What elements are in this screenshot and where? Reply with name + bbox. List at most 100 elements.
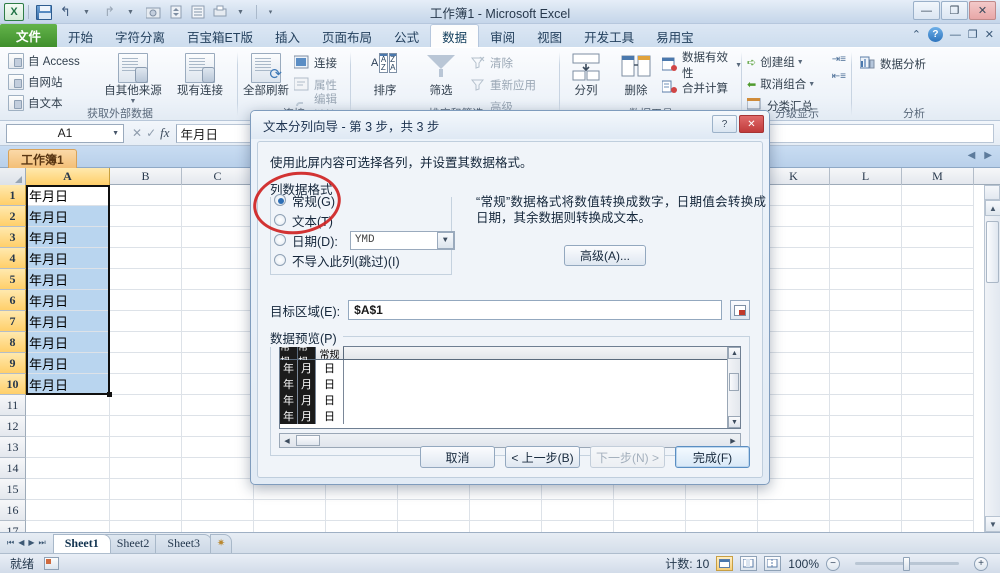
- doc-close-icon[interactable]: ✕: [985, 28, 994, 41]
- cell-K16[interactable]: [758, 500, 830, 521]
- column-header-M[interactable]: M: [902, 168, 974, 185]
- consolidate-button[interactable]: 合并计算: [661, 79, 742, 97]
- previous-step-button[interactable]: < 上一步(B): [505, 446, 580, 468]
- remove-duplicates-button[interactable]: 删除: [612, 50, 660, 98]
- cell-E17[interactable]: [326, 521, 398, 532]
- tab-char-split[interactable]: 字符分离: [104, 25, 176, 47]
- workbook-tab-book1[interactable]: 工作簿1: [8, 149, 77, 168]
- cell-H16[interactable]: [542, 500, 614, 521]
- cell-M8[interactable]: [902, 332, 974, 353]
- preview-vertical-scrollbar[interactable]: ▲ ▼: [727, 347, 740, 428]
- scroll-down-icon[interactable]: ▼: [985, 516, 1000, 532]
- cell-M4[interactable]: [902, 248, 974, 269]
- cell-L4[interactable]: [830, 248, 902, 269]
- cell-A14[interactable]: [26, 458, 110, 479]
- cell-L7[interactable]: [830, 311, 902, 332]
- cell-A10[interactable]: 年月日: [26, 374, 110, 395]
- connections-button[interactable]: 连接: [293, 54, 348, 72]
- cell-B17[interactable]: [110, 521, 182, 532]
- tab-review[interactable]: 审阅: [479, 25, 526, 47]
- column-header-L[interactable]: L: [830, 168, 902, 185]
- cancel-formula-icon[interactable]: ✕: [132, 126, 142, 140]
- cell-C13[interactable]: [182, 437, 254, 458]
- cell-C4[interactable]: [182, 248, 254, 269]
- last-sheet-icon[interactable]: ⏭: [39, 538, 46, 548]
- data-analysis-button[interactable]: 数据分析: [859, 55, 926, 73]
- cell-B5[interactable]: [110, 269, 182, 290]
- zoom-in-button[interactable]: +: [974, 556, 988, 571]
- row-header-3[interactable]: 3: [0, 227, 26, 248]
- row-header-9[interactable]: 9: [0, 353, 26, 374]
- cell-B1[interactable]: [110, 185, 182, 206]
- tab-formulas[interactable]: 公式: [383, 25, 430, 47]
- row-header-8[interactable]: 8: [0, 332, 26, 353]
- preview-header-col2[interactable]: 常规: [298, 347, 316, 368]
- from-other-sources-button[interactable]: 自其他来源 ▼: [100, 50, 166, 105]
- cell-L14[interactable]: [830, 458, 902, 479]
- cell-A1[interactable]: 年月日: [26, 185, 110, 206]
- cell-M17[interactable]: [902, 521, 974, 532]
- cell-F16[interactable]: [398, 500, 470, 521]
- cell-A12[interactable]: [26, 416, 110, 437]
- cell-C11[interactable]: [182, 395, 254, 416]
- cell-D17[interactable]: [254, 521, 326, 532]
- cell-C14[interactable]: [182, 458, 254, 479]
- cell-M5[interactable]: [902, 269, 974, 290]
- cell-B9[interactable]: [110, 353, 182, 374]
- row-header-1[interactable]: 1: [0, 185, 26, 206]
- preview-scroll-down-icon[interactable]: ▼: [728, 416, 740, 428]
- cell-M7[interactable]: [902, 311, 974, 332]
- filter-button[interactable]: 筛选: [416, 50, 466, 98]
- cell-M1[interactable]: [902, 185, 974, 206]
- cell-A7[interactable]: 年月日: [26, 311, 110, 332]
- cell-G16[interactable]: [470, 500, 542, 521]
- destination-input[interactable]: $A$1: [348, 300, 722, 320]
- cell-H17[interactable]: [542, 521, 614, 532]
- radio-general[interactable]: 常规(G): [274, 190, 484, 210]
- column-header-A[interactable]: A: [26, 168, 110, 185]
- tab-file[interactable]: 文件: [0, 24, 58, 47]
- cell-A9[interactable]: 年月日: [26, 353, 110, 374]
- cell-J17[interactable]: [686, 521, 758, 532]
- cell-L9[interactable]: [830, 353, 902, 374]
- cell-M13[interactable]: [902, 437, 974, 458]
- minimize-button[interactable]: —: [913, 1, 940, 20]
- cell-K17[interactable]: [758, 521, 830, 532]
- cell-A13[interactable]: [26, 437, 110, 458]
- cell-L1[interactable]: [830, 185, 902, 206]
- vertical-scrollbar[interactable]: ▲ ▼: [984, 185, 1000, 532]
- cell-M14[interactable]: [902, 458, 974, 479]
- row-header-5[interactable]: 5: [0, 269, 26, 290]
- split-box[interactable]: [984, 185, 1000, 200]
- cell-L10[interactable]: [830, 374, 902, 395]
- cell-L2[interactable]: [830, 206, 902, 227]
- cell-L12[interactable]: [830, 416, 902, 437]
- cell-B11[interactable]: [110, 395, 182, 416]
- cell-M15[interactable]: [902, 479, 974, 500]
- cell-L6[interactable]: [830, 290, 902, 311]
- cell-L8[interactable]: [830, 332, 902, 353]
- cell-B16[interactable]: [110, 500, 182, 521]
- date-format-select[interactable]: YMD ▼: [349, 230, 455, 250]
- cell-A8[interactable]: 年月日: [26, 332, 110, 353]
- preview-scroll-left-icon[interactable]: ◀: [280, 434, 294, 447]
- workbook-prev-icon[interactable]: ◀: [968, 150, 976, 161]
- cell-B12[interactable]: [110, 416, 182, 437]
- tab-developer[interactable]: 开发工具: [573, 25, 645, 47]
- cell-L13[interactable]: [830, 437, 902, 458]
- cell-C9[interactable]: [182, 353, 254, 374]
- close-button[interactable]: ✕: [969, 1, 996, 20]
- sheet-tab-sheet3[interactable]: Sheet3: [155, 533, 213, 553]
- cell-J16[interactable]: [686, 500, 758, 521]
- collapse-ribbon-icon[interactable]: ⌃: [912, 28, 921, 41]
- preview-scroll-thumb[interactable]: [729, 373, 739, 391]
- doc-restore-icon[interactable]: ❐: [968, 28, 978, 41]
- existing-connections-button[interactable]: 现有连接: [168, 50, 232, 98]
- cell-M6[interactable]: [902, 290, 974, 311]
- first-sheet-icon[interactable]: ⏮: [7, 538, 14, 548]
- cell-B8[interactable]: [110, 332, 182, 353]
- cell-C3[interactable]: [182, 227, 254, 248]
- cell-M3[interactable]: [902, 227, 974, 248]
- zoom-slider[interactable]: [847, 556, 967, 571]
- cell-B3[interactable]: [110, 227, 182, 248]
